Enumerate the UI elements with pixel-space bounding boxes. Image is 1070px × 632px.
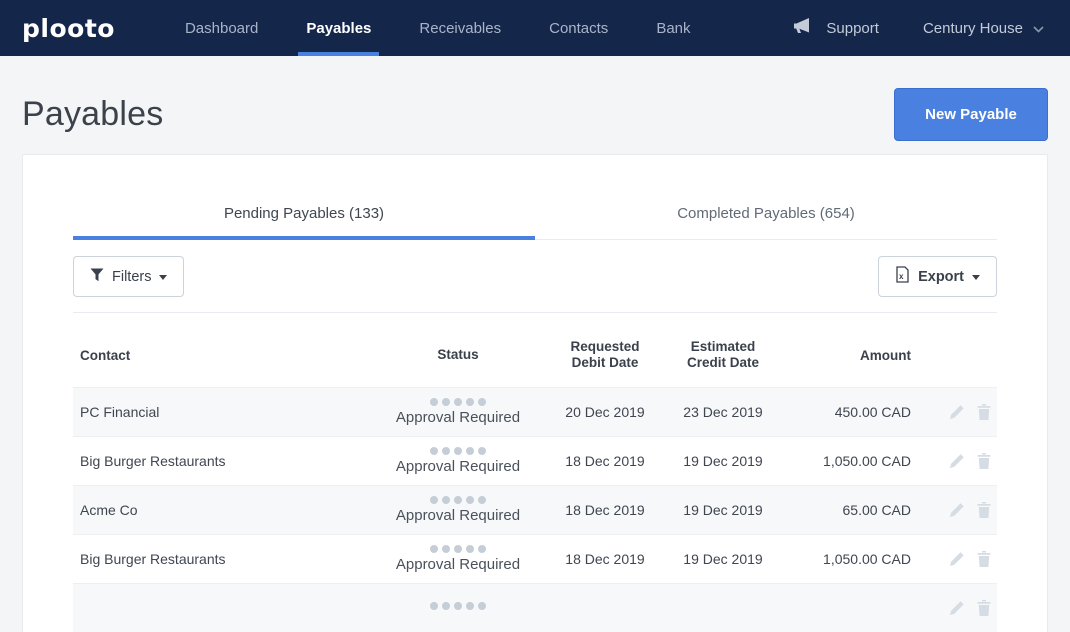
debit-date-cell: 18 Dec 2019 [543,453,667,469]
delete-payable-button[interactable] [976,599,992,617]
top-navbar: plooto Dashboard Payables Receivables Co… [0,0,1070,56]
status-progress-dots [430,398,486,406]
credit-date-cell: 19 Dec 2019 [667,551,779,567]
funnel-icon [90,268,104,286]
filters-label: Filters [112,269,151,285]
delete-payable-button[interactable] [976,452,992,470]
caret-down-icon [159,275,167,280]
new-payable-button[interactable]: New Payable [894,88,1048,141]
contact-cell: Big Burger Restaurants [73,453,373,469]
chevron-down-icon [1033,20,1044,37]
nav-item-receivables[interactable]: Receivables [401,0,519,56]
page-title: Payables [22,95,163,134]
tab-pending-payables[interactable]: Pending Payables (133) [73,205,535,239]
credit-date-cell: 19 Dec 2019 [667,502,779,518]
status-progress-dots [430,447,486,455]
status-cell: Approval Required [373,447,543,475]
account-label: Century House [923,20,1023,37]
status-progress-dots [430,545,486,553]
status-label: Approval Required [396,458,520,475]
payables-tabs: Pending Payables (133) Completed Payable… [73,205,997,240]
amount-cell: 65.00 CAD [779,502,911,518]
nav-item-contacts[interactable]: Contacts [531,0,626,56]
plooto-logo: plooto [22,14,115,43]
amount-cell: 450.00 CAD [779,404,911,420]
table-row[interactable] [73,583,997,632]
filters-button[interactable]: Filters [73,256,184,297]
debit-date-cell: 18 Dec 2019 [543,502,667,518]
edit-payable-button[interactable] [948,501,966,519]
support-link[interactable]: Support [792,17,879,39]
contact-cell: PC Financial [73,404,373,420]
status-cell: Approval Required [373,398,543,426]
nav-item-payables[interactable]: Payables [288,0,389,56]
delete-payable-button[interactable] [976,501,992,519]
account-menu[interactable]: Century House [923,20,1044,37]
status-cell [373,602,543,613]
payables-table: Contact Status Requested Debit Date Esti… [73,313,997,632]
table-header: Contact Status Requested Debit Date Esti… [73,313,997,387]
nav-item-dashboard[interactable]: Dashboard [167,0,276,56]
svg-text:x: x [899,272,904,281]
status-progress-dots [430,496,486,504]
table-row[interactable]: PC Financial Approval Required 20 Dec 20… [73,387,997,436]
export-label: Export [918,269,964,285]
status-progress-dots [430,602,486,610]
contact-cell: Big Burger Restaurants [73,551,373,567]
status-label: Approval Required [396,409,520,426]
delete-payable-button[interactable] [976,403,992,421]
status-cell: Approval Required [373,496,543,524]
table-row[interactable]: Big Burger Restaurants Approval Required… [73,436,997,485]
export-button[interactable]: x Export [878,256,997,297]
edit-payable-button[interactable] [948,599,966,617]
debit-date-cell: 18 Dec 2019 [543,551,667,567]
col-amount: Amount [779,348,911,363]
credit-date-cell: 19 Dec 2019 [667,453,779,469]
megaphone-icon [792,17,814,39]
status-cell: Approval Required [373,545,543,573]
edit-payable-button[interactable] [948,403,966,421]
col-status: Status [373,347,543,363]
contact-cell: Acme Co [73,502,373,518]
status-label: Approval Required [396,507,520,524]
amount-cell: 1,050.00 CAD [779,453,911,469]
delete-payable-button[interactable] [976,550,992,568]
edit-payable-button[interactable] [948,550,966,568]
edit-payable-button[interactable] [948,452,966,470]
excel-file-icon: x [895,266,910,287]
nav-item-bank[interactable]: Bank [638,0,708,56]
col-requested-debit-date: Requested Debit Date [543,339,667,372]
amount-cell: 1,050.00 CAD [779,551,911,567]
tab-completed-payables[interactable]: Completed Payables (654) [535,205,997,239]
main-nav: Dashboard Payables Receivables Contacts … [161,0,715,56]
caret-down-icon [972,275,980,280]
col-estimated-credit-date: Estimated Credit Date [667,339,779,372]
table-row[interactable]: Big Burger Restaurants Approval Required… [73,534,997,583]
support-label: Support [826,20,879,37]
col-contact: Contact [73,348,373,363]
payables-card: Pending Payables (133) Completed Payable… [22,154,1048,632]
table-row[interactable]: Acme Co Approval Required 18 Dec 2019 19… [73,485,997,534]
credit-date-cell: 23 Dec 2019 [667,404,779,420]
status-label: Approval Required [396,556,520,573]
debit-date-cell: 20 Dec 2019 [543,404,667,420]
